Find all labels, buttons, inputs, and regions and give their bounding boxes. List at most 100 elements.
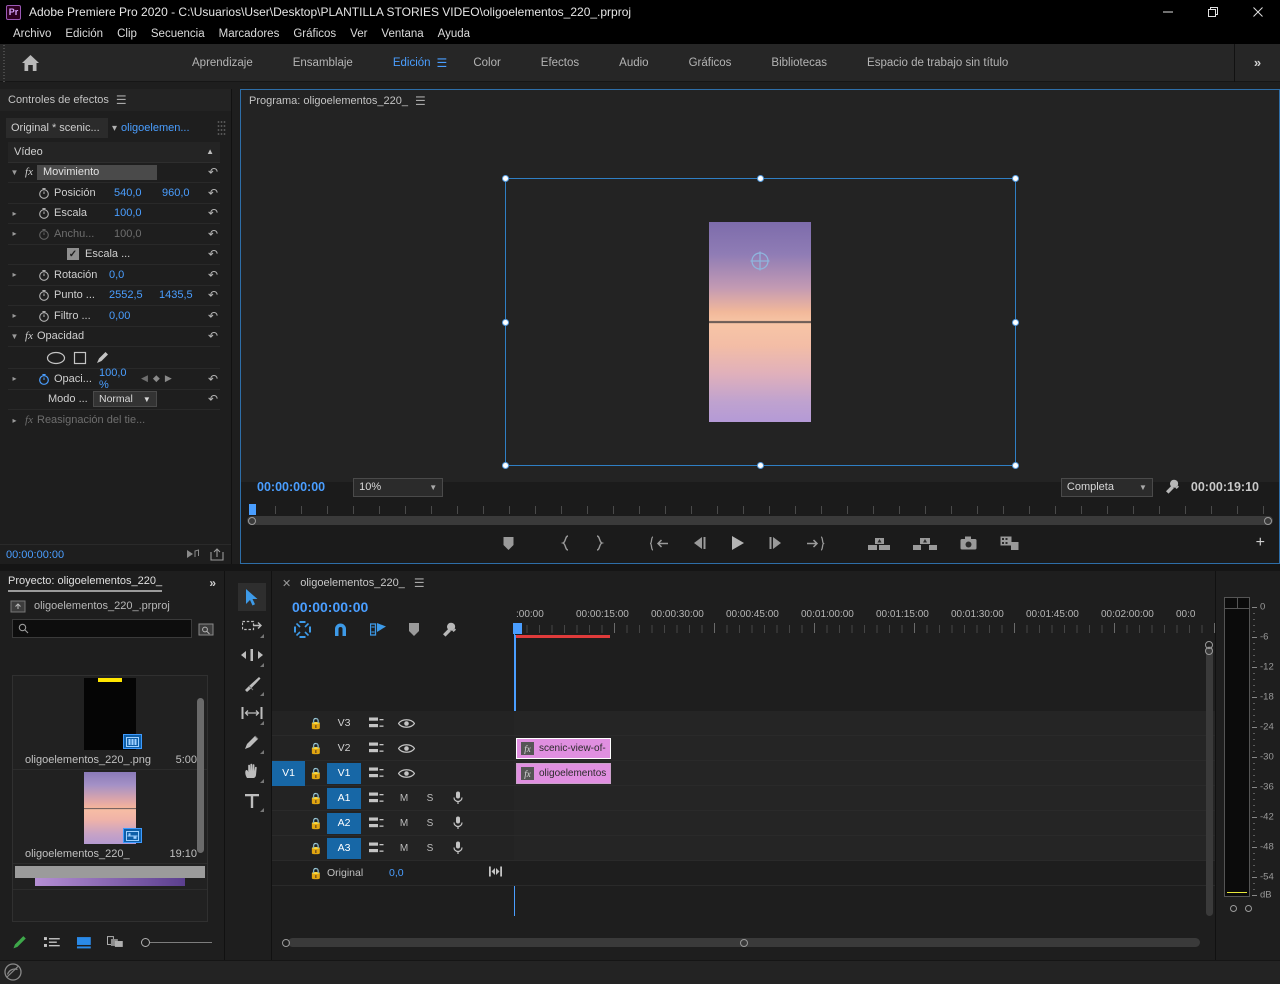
zoom-level-select[interactable]: 10% ▼ (353, 477, 444, 497)
prev-keyframe-icon[interactable]: ◀ (141, 373, 148, 384)
list-item[interactable] (13, 864, 207, 890)
maximize-button[interactable] (1190, 0, 1235, 24)
property-punto-de-anclaje[interactable]: Punto ... 2552,5 1435,5 ↶ (8, 286, 220, 306)
panel-menu-icon[interactable]: ☰ (415, 94, 426, 108)
solo-track-button[interactable]: S (417, 793, 443, 804)
export-frame-icon[interactable] (210, 548, 224, 561)
list-view-icon[interactable] (43, 936, 60, 949)
ellipse-mask-icon[interactable] (46, 351, 66, 365)
property-value-y[interactable]: 1435,5 (159, 289, 193, 301)
search-input[interactable] (12, 619, 192, 638)
lane-v3[interactable] (514, 711, 1216, 736)
track-header-a1[interactable]: 🔒 A1 M S (272, 786, 514, 811)
drag-grip-icon[interactable] (217, 120, 226, 136)
source-patch-v1[interactable]: V1 (272, 760, 305, 786)
mute-track-button[interactable]: M (391, 843, 417, 854)
tool-flyout-indicator[interactable] (260, 750, 264, 754)
source-patch-a1[interactable] (272, 786, 305, 811)
stopwatch-active-icon[interactable] (37, 372, 51, 386)
nest-sequence-icon[interactable] (294, 621, 311, 638)
project-tab-title[interactable]: Proyecto: oligoelementos_220_ (8, 575, 163, 592)
toggle-track-output-icon[interactable] (391, 768, 421, 779)
menu-edicion[interactable]: Edición (58, 24, 110, 44)
button-editor-plus[interactable]: + (1256, 534, 1265, 552)
selection-tool[interactable] (238, 583, 266, 611)
thumbnail-zoom-slider[interactable] (140, 937, 212, 947)
selection-handle-ml[interactable] (502, 319, 509, 326)
timeline-tab-title[interactable]: oligoelementos_220_ (300, 577, 405, 589)
chevron-down-icon[interactable]: ▼ (8, 168, 21, 177)
voice-over-record-icon[interactable] (443, 841, 473, 855)
track-header-a3[interactable]: 🔒 A3 M S (272, 836, 514, 861)
section-opacidad[interactable]: ▼ fx Opacidad ↶ (8, 327, 220, 347)
source-patch-v3[interactable] (272, 711, 305, 736)
stopwatch-icon[interactable] (37, 288, 51, 302)
property-filtro-antiparpadeo[interactable]: ▸ Filtro ... 0,00 ↶ (8, 306, 220, 327)
lane-a1[interactable] (514, 786, 1216, 811)
solo-track-button[interactable]: S (417, 843, 443, 854)
track-name-v1[interactable]: V1 (327, 762, 361, 784)
property-rotacion[interactable]: ▸ Rotación 0,0 ↶ (8, 265, 220, 286)
menu-ver[interactable]: Ver (343, 24, 374, 44)
track-select-forward-tool[interactable] (238, 612, 266, 640)
tab-audio[interactable]: Audio (599, 57, 668, 69)
pen-tool[interactable] (238, 728, 266, 756)
sync-lock-icon[interactable] (361, 717, 391, 729)
menu-archivo[interactable]: Archivo (6, 24, 58, 44)
source-patch-a3[interactable] (272, 836, 305, 861)
vscroll-handle-bottom[interactable] (1205, 647, 1213, 655)
selection-handle-bc[interactable] (757, 462, 764, 469)
property-anchura[interactable]: ▸ Anchu... 100,0 ↶ (8, 224, 220, 245)
property-value-y[interactable]: 960,0 (162, 187, 190, 199)
tool-flyout-indicator[interactable] (260, 721, 264, 725)
audio-meter-body[interactable] (1224, 597, 1250, 897)
reset-icon[interactable]: ↶ (208, 268, 218, 282)
play-icon[interactable] (730, 535, 745, 551)
hand-tool[interactable] (238, 757, 266, 785)
tab-graficos[interactable]: Gráficos (669, 57, 752, 69)
toggle-track-output-icon[interactable] (391, 718, 421, 729)
list-item[interactable]: oligoelementos_220_ 19:10 (13, 770, 207, 864)
stopwatch-icon[interactable] (37, 227, 51, 241)
project-items-list[interactable]: oligoelementos_220_.png 5:00 oligoelemen… (12, 675, 208, 922)
type-tool[interactable] (238, 786, 266, 814)
lane-a2[interactable] (514, 811, 1216, 836)
reset-icon[interactable]: ↶ (208, 227, 218, 241)
voice-over-record-icon[interactable] (443, 791, 473, 805)
property-value[interactable]: 0,0 (109, 269, 124, 281)
track-header-master[interactable]: 🔒 Original 0,0 (272, 861, 514, 886)
step-forward-icon[interactable] (768, 536, 783, 550)
sync-lock-icon[interactable] (361, 842, 391, 854)
panel-divider-horizontal[interactable] (0, 564, 1280, 571)
work-area-bar[interactable] (514, 635, 610, 638)
stopwatch-icon[interactable] (37, 309, 51, 323)
chevron-right-icon[interactable]: ▸ (8, 374, 21, 383)
property-posicion[interactable]: Posición 540,0 960,0 ↶ (8, 183, 220, 204)
panel-divider[interactable] (271, 571, 272, 961)
clip-scenic-view[interactable]: fx scenic-view-of- (516, 738, 611, 759)
vertical-scrollbar[interactable] (197, 698, 204, 853)
mute-track-button[interactable]: M (391, 793, 417, 804)
reset-icon[interactable]: ↶ (208, 329, 218, 343)
lock-icon[interactable]: 🔒 (305, 867, 327, 880)
program-scrubber[interactable] (241, 504, 1279, 525)
wrench-icon[interactable] (1164, 479, 1180, 495)
clip-oligoelementos[interactable]: fx oligoelementos (516, 763, 611, 784)
extract-icon[interactable] (912, 536, 937, 551)
master-track-value[interactable]: 0,0 (389, 867, 404, 879)
property-escala-uniforme[interactable]: ✓ Escala ... ↶ (8, 245, 220, 265)
track-name-v3[interactable]: V3 (327, 713, 361, 734)
tab-ensamblaje[interactable]: Ensamblaje (273, 57, 373, 69)
reset-icon[interactable]: ↶ (208, 372, 218, 386)
sync-lock-icon[interactable] (361, 742, 391, 754)
property-value-x[interactable]: 2552,5 (109, 289, 159, 301)
ripple-edit-tool[interactable] (238, 641, 266, 669)
track-name-a1[interactable]: A1 (327, 787, 361, 809)
reset-icon[interactable]: ↶ (208, 247, 218, 261)
panel-grip[interactable] (0, 43, 8, 82)
creative-cloud-icon[interactable] (4, 963, 22, 981)
property-movimiento[interactable]: ▼ fx Movimiento ↶ (8, 163, 220, 183)
reset-icon[interactable]: ↶ (208, 392, 218, 406)
sync-lock-icon[interactable] (361, 817, 391, 829)
selection-handle-bl[interactable] (502, 462, 509, 469)
